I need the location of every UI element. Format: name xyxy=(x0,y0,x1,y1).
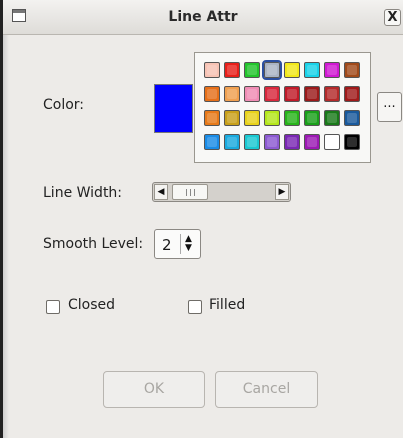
color-swatch[interactable] xyxy=(284,110,300,126)
line-width-scrollbar[interactable]: ◀ ▶ xyxy=(152,182,291,202)
filled-label[interactable]: Filled xyxy=(209,297,245,313)
line-width-label: Line Width: xyxy=(43,185,123,201)
color-swatch[interactable] xyxy=(204,86,220,102)
line-attr-dialog: Line Attr X Color: ... Line Width: ◀ ▶ S… xyxy=(0,0,403,438)
color-swatch[interactable] xyxy=(224,134,240,150)
color-swatch[interactable] xyxy=(304,134,320,150)
color-swatch[interactable] xyxy=(264,134,280,150)
close-button[interactable]: X xyxy=(384,9,401,26)
ok-button[interactable]: OK xyxy=(103,371,205,408)
grip-line xyxy=(190,189,191,196)
grip-line xyxy=(194,189,195,196)
color-swatch[interactable] xyxy=(324,62,340,78)
color-palette xyxy=(194,52,371,163)
current-color-preview xyxy=(154,84,193,133)
color-swatch[interactable] xyxy=(344,134,360,150)
closed-label[interactable]: Closed xyxy=(68,297,115,313)
color-swatch[interactable] xyxy=(244,110,260,126)
window-title: Line Attr xyxy=(168,9,238,25)
color-swatch[interactable] xyxy=(264,110,280,126)
color-swatch[interactable] xyxy=(244,134,260,150)
color-swatch[interactable] xyxy=(324,110,340,126)
color-swatch[interactable] xyxy=(284,62,300,78)
color-swatch[interactable] xyxy=(204,110,220,126)
filled-checkbox[interactable] xyxy=(188,300,202,314)
line-width-slider-thumb[interactable] xyxy=(172,184,208,200)
color-swatch[interactable] xyxy=(264,86,280,102)
color-swatch[interactable] xyxy=(262,60,282,80)
smooth-level-value[interactable]: 2 xyxy=(162,236,172,254)
color-swatch[interactable] xyxy=(244,86,260,102)
color-swatch[interactable] xyxy=(224,62,240,78)
color-swatch[interactable] xyxy=(344,62,360,78)
color-swatch[interactable] xyxy=(324,134,340,150)
title-bar[interactable]: Line Attr X xyxy=(3,0,403,35)
smooth-level-spinner[interactable]: 2 ▲ ▼ xyxy=(154,229,201,259)
color-swatch[interactable] xyxy=(204,62,220,78)
color-swatch[interactable] xyxy=(324,86,340,102)
color-swatch[interactable] xyxy=(304,62,320,78)
cancel-button[interactable]: Cancel xyxy=(215,371,318,408)
color-swatch[interactable] xyxy=(304,86,320,102)
color-swatch[interactable] xyxy=(344,110,360,126)
color-swatch[interactable] xyxy=(304,110,320,126)
spinner-arrows-icon[interactable]: ▲ ▼ xyxy=(185,235,192,253)
color-swatch[interactable] xyxy=(204,134,220,150)
color-label: Color: xyxy=(43,97,85,113)
smooth-level-label: Smooth Level: xyxy=(43,236,144,252)
color-swatch[interactable] xyxy=(224,86,240,102)
closed-checkbox[interactable] xyxy=(46,300,60,314)
window-edge-shadow xyxy=(3,34,9,438)
color-swatch[interactable] xyxy=(284,134,300,150)
grip-line xyxy=(186,189,187,196)
scroll-left-arrow-icon[interactable]: ◀ xyxy=(154,184,168,200)
spinner-divider xyxy=(180,234,181,254)
color-swatch[interactable] xyxy=(244,62,260,78)
color-swatch[interactable] xyxy=(284,86,300,102)
color-swatch[interactable] xyxy=(344,86,360,102)
more-colors-button[interactable]: ... xyxy=(377,92,402,122)
scroll-right-arrow-icon[interactable]: ▶ xyxy=(275,184,289,200)
color-swatch[interactable] xyxy=(224,110,240,126)
